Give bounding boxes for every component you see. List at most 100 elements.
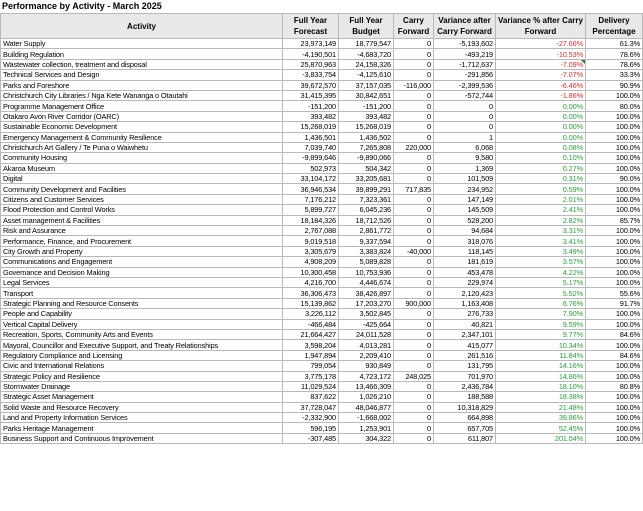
cell-variance[interactable]: 145,509 (433, 204, 496, 216)
cell-delivery[interactable]: 55.6% (585, 287, 643, 299)
cell-budget[interactable]: 6,045,236 (338, 204, 394, 216)
cell-delivery[interactable]: 100.0% (585, 308, 643, 320)
cell-budget[interactable]: 1,253,901 (338, 422, 394, 434)
cell-budget[interactable]: -425,664 (338, 318, 394, 330)
cell-variance[interactable]: 6,068 (433, 141, 496, 154)
cell-forecast[interactable]: 3,305,679 (282, 245, 339, 258)
cell-variance[interactable]: 318,076 (433, 235, 496, 247)
cell-carry-forward[interactable]: 0 (393, 173, 434, 185)
cell-variance[interactable]: 181,619 (433, 256, 496, 268)
cell-delivery[interactable]: 78.6% (585, 48, 643, 60)
cell-carry-forward[interactable]: -116,000 (393, 79, 434, 91)
cell-delivery[interactable]: 84.6% (585, 349, 643, 362)
cell-variance-pct[interactable]: 2.41% (495, 204, 586, 216)
cell-carry-forward[interactable]: 717,835 (393, 183, 434, 195)
cell-activity[interactable]: Otakaro Avon River Corridor (OARC) (0, 110, 283, 123)
cell-carry-forward[interactable]: 0 (393, 412, 434, 424)
col-header-variance-after-carry-forward[interactable]: Variance after Carry Forward (433, 13, 496, 39)
cell-carry-forward[interactable]: 0 (393, 401, 434, 414)
cell-forecast[interactable]: 1,436,501 (282, 131, 339, 143)
cell-budget[interactable]: 13,466,309 (338, 380, 394, 393)
cell-forecast[interactable]: 11,029,524 (282, 380, 339, 393)
cell-forecast[interactable]: -2,332,900 (282, 412, 339, 424)
cell-forecast[interactable]: 36,306,473 (282, 287, 339, 299)
cell-forecast[interactable]: 5,899,727 (282, 204, 339, 216)
cell-activity[interactable]: Building Regulation (0, 48, 283, 60)
cell-budget[interactable]: -9,890,066 (338, 152, 394, 164)
cell-variance-pct[interactable]: 5.17% (495, 276, 586, 289)
cell-activity[interactable]: Asset management & Facilities (0, 214, 283, 227)
cell-budget[interactable]: 3,383,824 (338, 245, 394, 258)
cell-variance[interactable]: 657,705 (433, 422, 496, 434)
cell-variance-pct[interactable]: 4.22% (495, 266, 586, 279)
cell-carry-forward[interactable]: -40,000 (393, 245, 434, 258)
cell-budget[interactable]: 30,842,651 (338, 89, 394, 102)
cell-carry-forward[interactable]: 0 (393, 276, 434, 289)
cell-carry-forward[interactable]: 0 (393, 360, 434, 372)
cell-budget[interactable]: 33,205,681 (338, 173, 394, 185)
cell-activity[interactable]: Legal Services (0, 276, 283, 289)
cell-carry-forward[interactable]: 0 (393, 380, 434, 393)
cell-variance[interactable]: -1,712,637 (433, 58, 496, 71)
cell-variance-pct[interactable]: 14.16% (495, 360, 586, 372)
cell-budget[interactable]: 15,268,019 (338, 121, 394, 133)
cell-delivery[interactable]: 100.0% (585, 183, 643, 195)
cell-variance-pct[interactable]: 9.77% (495, 328, 586, 341)
cell-carry-forward[interactable]: 0 (393, 152, 434, 164)
cell-carry-forward[interactable]: 0 (393, 204, 434, 216)
cell-variance-pct[interactable]: 0.08% (495, 141, 586, 154)
cell-variance[interactable]: 131,795 (433, 360, 496, 372)
cell-activity[interactable]: Technical Services and Design (0, 69, 283, 81)
cell-forecast[interactable]: 799,054 (282, 360, 339, 372)
cell-budget[interactable]: 4,723,172 (338, 370, 394, 382)
cell-carry-forward[interactable]: 0 (393, 121, 434, 133)
cell-carry-forward[interactable]: 0 (393, 235, 434, 247)
cell-activity[interactable]: Parks and Foreshore (0, 79, 283, 91)
cell-variance[interactable]: 10,318,829 (433, 401, 496, 414)
cell-forecast[interactable]: 36,946,534 (282, 183, 339, 195)
cell-carry-forward[interactable]: 0 (393, 432, 434, 445)
cell-variance[interactable]: 2,347,101 (433, 328, 496, 341)
cell-activity[interactable]: Mayoral, Councillor and Executive Suppor… (0, 339, 283, 351)
cell-activity[interactable]: Communications and Engagement (0, 256, 283, 268)
cell-delivery[interactable]: 90.9% (585, 79, 643, 91)
cell-activity[interactable]: Akaroa Museum (0, 162, 283, 175)
cell-carry-forward[interactable]: 0 (393, 287, 434, 299)
cell-variance-pct[interactable]: 18.38% (495, 391, 586, 403)
cell-activity[interactable]: Water Supply (0, 37, 283, 50)
cell-activity[interactable]: Sustainable Economic Development (0, 121, 283, 133)
cell-activity[interactable]: Solid Waste and Resource Recovery (0, 401, 283, 414)
cell-activity[interactable]: People and Capability (0, 308, 283, 320)
cell-carry-forward[interactable]: 0 (393, 37, 434, 50)
cell-variance-pct[interactable]: -7.07% (495, 69, 586, 81)
cell-carry-forward[interactable]: 0 (393, 422, 434, 434)
cell-forecast[interactable]: -466,484 (282, 318, 339, 330)
cell-budget[interactable]: 393,482 (338, 110, 394, 123)
cell-variance[interactable]: -291,856 (433, 69, 496, 81)
cell-budget[interactable]: 37,157,035 (338, 79, 394, 91)
cell-activity[interactable]: Strategic Planning and Resource Consents (0, 297, 283, 310)
cell-budget[interactable]: 48,046,877 (338, 401, 394, 414)
cell-variance-pct[interactable]: 14.86% (495, 370, 586, 382)
cell-variance[interactable]: 0 (433, 110, 496, 123)
cell-variance-pct[interactable]: 18.10% (495, 380, 586, 393)
cell-budget[interactable]: 38,426,897 (338, 287, 394, 299)
cell-budget[interactable]: 2,861,772 (338, 225, 394, 237)
cell-variance[interactable]: 94,684 (433, 225, 496, 237)
cell-variance[interactable]: 118,145 (433, 245, 496, 258)
cell-carry-forward[interactable]: 0 (393, 256, 434, 268)
cell-delivery[interactable]: 100.0% (585, 422, 643, 434)
cell-forecast[interactable]: 18,184,326 (282, 214, 339, 227)
cell-carry-forward[interactable]: 0 (393, 308, 434, 320)
cell-budget[interactable]: 9,337,594 (338, 235, 394, 247)
cell-variance-pct[interactable]: 3.49% (495, 245, 586, 258)
cell-budget[interactable]: 24,011,528 (338, 328, 394, 341)
col-header-variance-pct[interactable]: Variance % after Carry Forward (495, 13, 586, 39)
cell-budget[interactable]: 24,158,326 (338, 58, 394, 71)
col-header-activity[interactable]: Activity (0, 13, 283, 39)
cell-variance[interactable]: 0 (433, 121, 496, 133)
cell-carry-forward[interactable]: 0 (393, 58, 434, 71)
cell-variance[interactable]: 0 (433, 100, 496, 112)
col-header-full-year-forecast[interactable]: Full Year Forecast (282, 13, 339, 39)
cell-forecast[interactable]: 4,216,700 (282, 276, 339, 289)
